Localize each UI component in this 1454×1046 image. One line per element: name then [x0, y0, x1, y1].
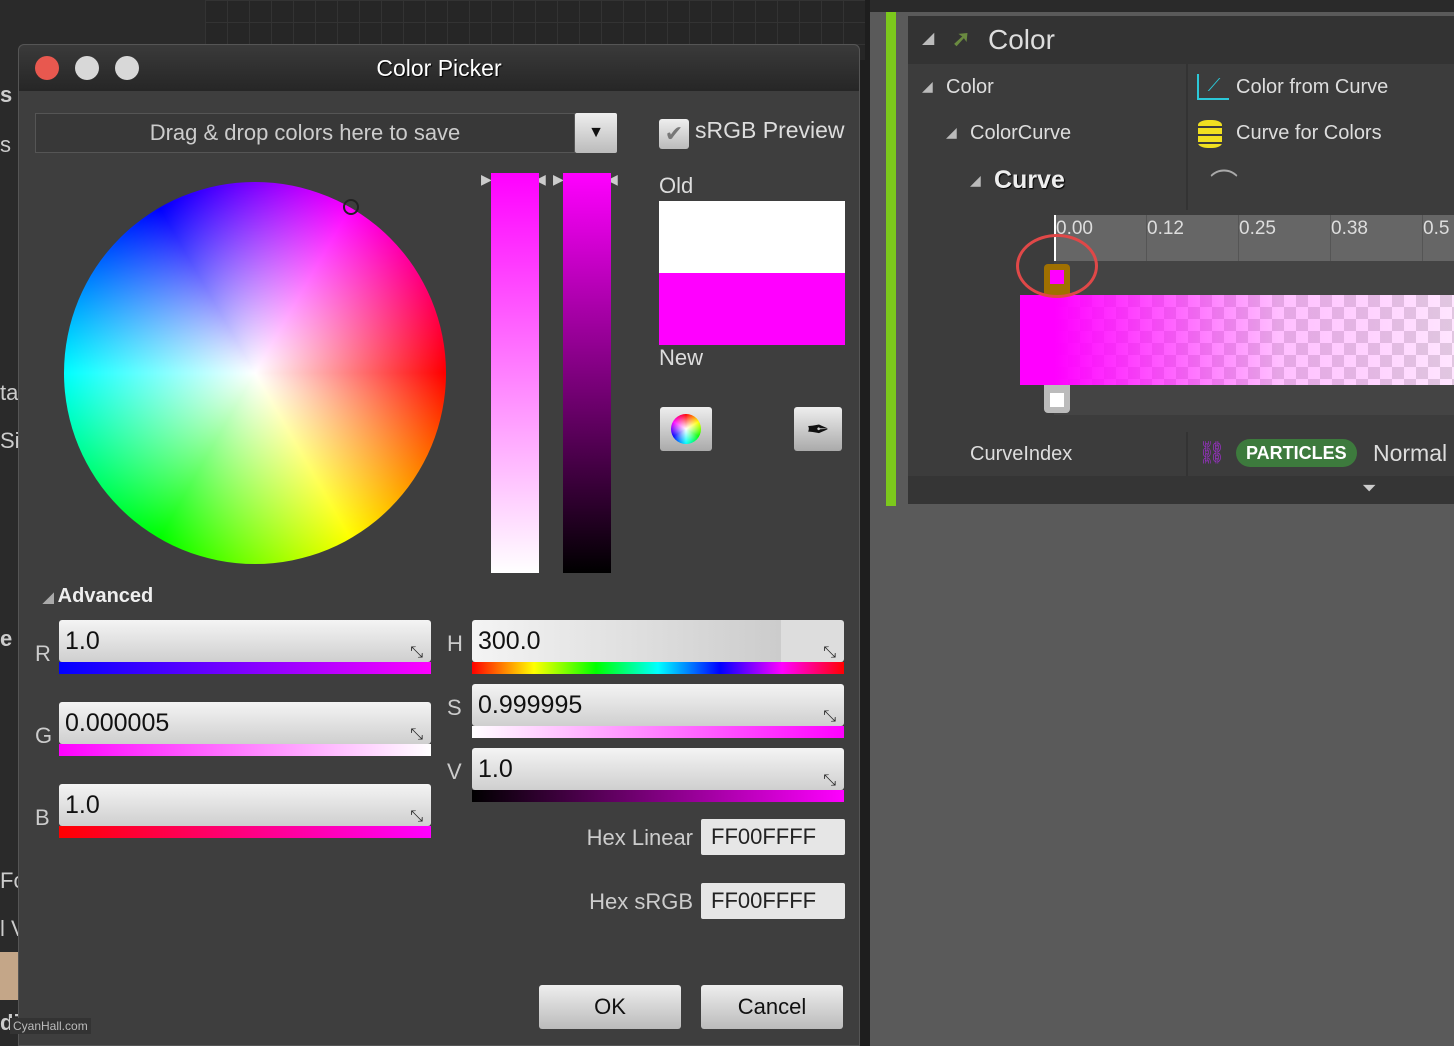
v-value: 1.0 [478, 755, 513, 783]
g-value: 0.000005 [65, 709, 170, 737]
v-gradient [472, 790, 844, 802]
column-divider [1186, 432, 1188, 476]
s-input[interactable]: 0.999995 ⤡ [472, 684, 844, 726]
edge-text: s [0, 82, 13, 107]
s-label: S [447, 695, 462, 720]
collapse-triangle-icon[interactable]: ◢ [946, 124, 957, 141]
old-color-swatch [659, 201, 845, 273]
color-picker-dialog: Color Picker Drag & drop colors here to … [18, 44, 860, 1046]
row-value[interactable]: Curve for Colors [1236, 122, 1382, 145]
saturation-slider[interactable] [491, 173, 539, 573]
eyedropper-button[interactable]: ✒ [794, 407, 842, 451]
cancel-button[interactable]: Cancel [701, 985, 843, 1029]
column-divider [1186, 64, 1188, 210]
new-color-label: New [659, 345, 704, 370]
h-value: 300.0 [478, 627, 541, 655]
hex-linear-input[interactable]: FF00FFFF [701, 819, 845, 855]
color-drop-zone[interactable]: Drag & drop colors here to save [35, 113, 575, 153]
module-arrow-icon: ➚ [952, 26, 971, 51]
check-icon: ✔ [664, 121, 684, 146]
curve-edit-icon[interactable]: ⌒ [1210, 162, 1238, 202]
eyedropper-icon: ✒ [806, 413, 830, 445]
v-input[interactable]: 1.0 ⤡ [472, 748, 844, 790]
tick-label: 0.38 [1331, 218, 1368, 239]
section-title: Color [988, 24, 1055, 55]
color-stop-track[interactable] [1054, 261, 1454, 295]
color-wheel[interactable] [64, 182, 446, 564]
g-input[interactable]: 0.000005 ⤡ [59, 702, 431, 744]
chevron-down-icon: ▼ [588, 124, 604, 141]
edge-text: s [0, 132, 11, 157]
color-swatch [0, 952, 18, 1000]
curve-index-value[interactable]: Normal [1373, 440, 1447, 467]
alpha-stop-track[interactable] [1054, 385, 1454, 415]
color-wheel-mode-button[interactable] [660, 407, 712, 451]
collapse-triangle-icon[interactable]: ◢ [970, 172, 981, 189]
hex-linear-label: Hex Linear [586, 825, 693, 850]
collapse-triangle-icon: ◢ [43, 589, 58, 605]
tick-label: 0.5 [1423, 218, 1450, 239]
watermark: CyanHall.com [10, 1018, 91, 1034]
r-input[interactable]: 1.0 ⤡ [59, 620, 431, 662]
color-gradient-preview[interactable] [1020, 295, 1454, 385]
expand-down-icon[interactable]: ⏷ [1362, 478, 1376, 499]
g-gradient [59, 744, 431, 756]
curve-index-label: CurveIndex [970, 443, 1073, 465]
value-slider[interactable] [563, 173, 611, 573]
b-value: 1.0 [65, 791, 100, 819]
s-gradient [472, 726, 844, 738]
srgb-preview-checkbox[interactable]: ✔ [659, 119, 689, 149]
new-color-swatch [659, 273, 845, 345]
link-icon[interactable]: ⛓ [1198, 440, 1226, 466]
edge-text: ta [0, 380, 19, 405]
row-label: ColorCurve [970, 122, 1072, 144]
row-value[interactable]: Color from Curve [1236, 76, 1388, 99]
hex-srgb-label: Hex sRGB [589, 889, 693, 914]
g-label: G [35, 723, 53, 748]
highlight-circle [1016, 234, 1098, 298]
collapse-triangle-icon[interactable]: ◢ [922, 28, 934, 48]
v-label: V [447, 759, 462, 784]
advanced-label: Advanced [57, 585, 154, 607]
tick-label: 0.12 [1147, 218, 1184, 239]
color-wheel-marker[interactable] [343, 199, 359, 215]
edge-text: e [0, 626, 13, 651]
curve-chart-icon: ⟋ [1197, 74, 1229, 100]
tick-label: 0.25 [1239, 218, 1276, 239]
database-icon [1198, 120, 1222, 148]
collapse-triangle-icon[interactable]: ◢ [922, 78, 933, 95]
row-label: Curve [994, 166, 1065, 194]
s-value: 0.999995 [478, 691, 583, 719]
h-gradient [472, 662, 844, 674]
details-top-border [870, 0, 1454, 12]
hex-srgb-input[interactable]: FF00FFFF [701, 883, 845, 919]
old-color-label: Old [659, 173, 694, 198]
alpha-stop-handle[interactable] [1044, 385, 1070, 413]
ok-button[interactable]: OK [539, 985, 681, 1029]
advanced-section-header[interactable]: ◢ Advanced [43, 585, 153, 608]
b-label: B [35, 805, 50, 830]
particles-badge[interactable]: PARTICLES [1236, 439, 1357, 467]
r-label: R [35, 641, 51, 666]
r-gradient [59, 662, 431, 674]
module-accent-bar [886, 12, 896, 506]
b-input[interactable]: 1.0 ⤡ [59, 784, 431, 826]
h-input[interactable]: 300.0 ⤡ [472, 620, 844, 662]
dropdown-button[interactable]: ▼ [575, 113, 617, 153]
color-wheel-icon [671, 414, 701, 444]
row-label: Color [946, 76, 994, 98]
title-bar[interactable]: Color Picker [19, 45, 859, 91]
srgb-preview-label: sRGB Preview [695, 117, 845, 143]
dialog-title: Color Picker [376, 55, 502, 81]
r-value: 1.0 [65, 627, 100, 655]
h-label: H [447, 631, 463, 656]
b-gradient [59, 826, 431, 838]
